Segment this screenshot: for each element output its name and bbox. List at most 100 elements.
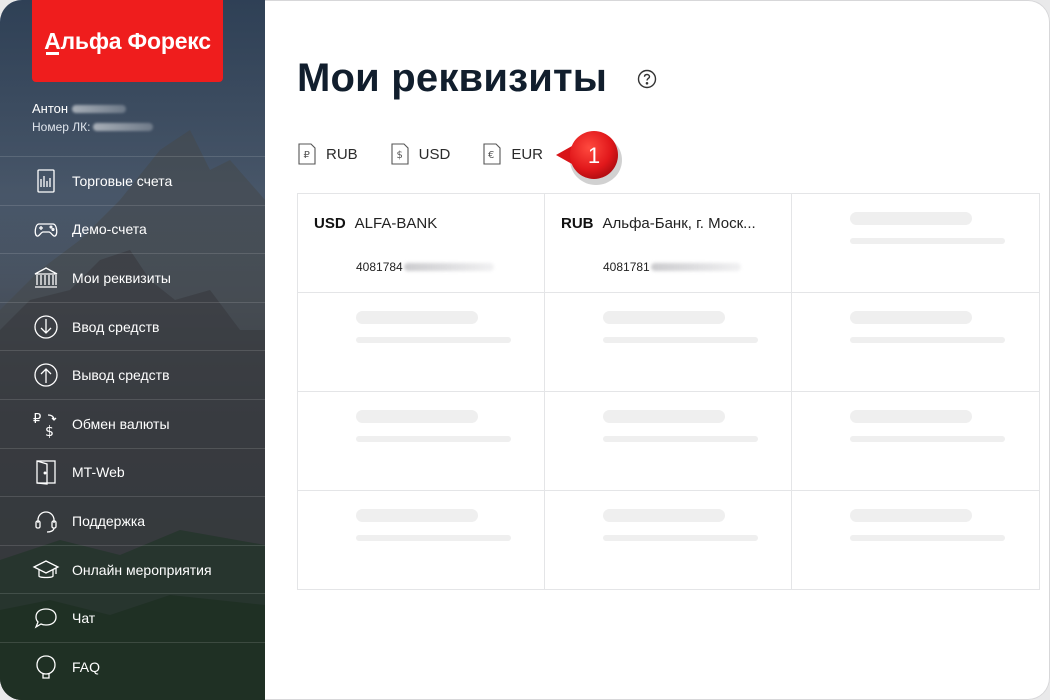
skeleton-card (298, 491, 545, 589)
skeleton-card (545, 293, 792, 392)
sidebar-item-faq[interactable]: FAQ (0, 641, 265, 691)
requisite-card-usd[interactable]: USD ALFA-BANK 4081784 (298, 194, 545, 293)
skeleton-line (850, 311, 972, 324)
sidebar-item-deposit[interactable]: Ввод средств (0, 301, 265, 351)
account-number-prefix: 4081784 (356, 260, 403, 274)
help-question-icon[interactable] (637, 69, 657, 89)
redacted-account-digits (650, 263, 741, 271)
skeleton-card (792, 392, 1039, 491)
user-name-row: Антон (32, 101, 153, 116)
sidebar-nav: Торговые счета Демо-счета Мои реквизиты … (0, 156, 265, 691)
sidebar-item-chat[interactable]: Чат (0, 593, 265, 642)
tab-label: EUR (511, 145, 544, 163)
skeleton-line (850, 535, 1005, 541)
card-bank-name: Альфа-Банк, г. Моск... (602, 215, 756, 232)
ruble-doc-icon: ₽ (298, 143, 316, 165)
sidebar: Альфа Форекс Антон Номер ЛК: Торговые сч… (0, 0, 265, 700)
requisites-grid: USD ALFA-BANK 4081784 RUB Альфа-Банк, г.… (297, 193, 1040, 590)
bank-icon (31, 263, 61, 293)
app-window: Альфа Форекс Антон Номер ЛК: Торговые сч… (0, 0, 1050, 700)
logo-text: Альфа Форекс (44, 27, 211, 54)
user-info: Антон Номер ЛК: (32, 101, 154, 134)
dollar-doc-icon: $ (391, 143, 409, 165)
sidebar-item-label: Чат (72, 610, 96, 627)
deposit-arrow-icon (31, 312, 61, 342)
page-title: Мои реквизиты (297, 56, 608, 100)
gamepad-icon (31, 214, 61, 244)
account-number-row: Номер ЛК: (32, 120, 154, 134)
skeleton-line (850, 509, 972, 522)
tab-label: USD (418, 145, 451, 163)
skeleton-line (356, 436, 511, 442)
skeleton-line (356, 311, 478, 324)
card-account-number: 4081784 (356, 260, 494, 274)
sidebar-item-label: Обмен валюты (72, 415, 170, 432)
currency-tabs: ₽ RUB $ USD € EUR (297, 142, 543, 166)
chat-bubble-icon (31, 603, 61, 633)
sidebar-item-mt-web[interactable]: MT-Web (0, 447, 265, 497)
skeleton-line (356, 509, 478, 522)
tab-eur[interactable]: € EUR (482, 142, 543, 166)
sidebar-item-label: Онлайн мероприятия (72, 561, 212, 578)
sidebar-item-currency-exchange[interactable]: ₽ $ Обмен валюты (0, 398, 265, 448)
svg-text:₽: ₽ (304, 150, 311, 161)
skeleton-line (603, 337, 758, 343)
headset-icon (31, 506, 61, 536)
main-content: Мои реквизиты ₽ RUB $ USD € EUR 1 USD AL… (265, 0, 1050, 700)
skeleton-card (298, 293, 545, 392)
sidebar-item-label: FAQ (72, 658, 101, 675)
brand-logo[interactable]: Альфа Форекс (32, 0, 223, 82)
skeleton-line (603, 535, 758, 541)
sidebar-item-online-events[interactable]: Онлайн мероприятия (0, 544, 265, 594)
trading-accounts-icon (31, 166, 61, 196)
card-currency: USD (314, 215, 346, 232)
logo-underline (46, 52, 59, 55)
svg-text:$: $ (45, 424, 54, 438)
step-marker-badge: 1 (556, 131, 622, 185)
redacted-account-number (93, 123, 154, 131)
skeleton-line (356, 410, 478, 423)
skeleton-card (545, 392, 792, 491)
redacted-account-digits (403, 263, 494, 271)
skeleton-card (545, 491, 792, 589)
sidebar-item-demo-accounts[interactable]: Демо-счета (0, 204, 265, 254)
skeleton-card (792, 293, 1039, 392)
card-header: RUB Альфа-Банк, г. Моск... (561, 215, 756, 232)
door-icon (31, 457, 61, 487)
sidebar-item-withdraw[interactable]: Вывод средств (0, 350, 265, 399)
currency-exchange-icon: ₽ $ (31, 409, 61, 439)
skeleton-line (603, 311, 725, 324)
skeleton-line (356, 535, 511, 541)
skeleton-line (603, 509, 725, 522)
skeleton-line (356, 337, 511, 343)
sidebar-item-label: Торговые счета (72, 172, 173, 189)
skeleton-line (850, 212, 972, 225)
tab-rub[interactable]: ₽ RUB (297, 142, 358, 166)
sidebar-item-trading-accounts[interactable]: Торговые счета (0, 156, 265, 205)
card-currency: RUB (561, 215, 594, 232)
svg-text:$: $ (396, 150, 402, 161)
step-marker-number: 1 (588, 143, 600, 168)
requisite-card-rub[interactable]: RUB Альфа-Банк, г. Моск... 4081781 (545, 194, 792, 293)
graduation-cap-icon (31, 555, 61, 585)
svg-text:€: € (488, 150, 494, 161)
svg-text:₽: ₽ (33, 412, 41, 427)
skeleton-line (850, 436, 1005, 442)
tab-usd[interactable]: $ USD (390, 142, 451, 166)
sidebar-item-support[interactable]: Поддержка (0, 496, 265, 545)
euro-doc-icon: € (483, 143, 501, 165)
sidebar-item-label: Поддержка (72, 512, 146, 529)
skeleton-line (603, 436, 758, 442)
skeleton-line (603, 410, 725, 423)
sidebar-item-my-requisites[interactable]: Мои реквизиты (0, 253, 265, 302)
withdraw-arrow-icon (31, 360, 61, 390)
card-account-number: 4081781 (603, 260, 741, 274)
account-label: Номер ЛК: (32, 120, 91, 134)
sidebar-item-label: Ввод средств (72, 318, 160, 335)
sidebar-item-label: Вывод средств (72, 367, 170, 384)
skeleton-card (792, 194, 1039, 293)
sidebar-item-label: Демо-счета (72, 221, 147, 238)
faq-icon (31, 652, 61, 682)
card-header: USD ALFA-BANK (314, 215, 437, 232)
skeleton-line (850, 238, 1005, 244)
